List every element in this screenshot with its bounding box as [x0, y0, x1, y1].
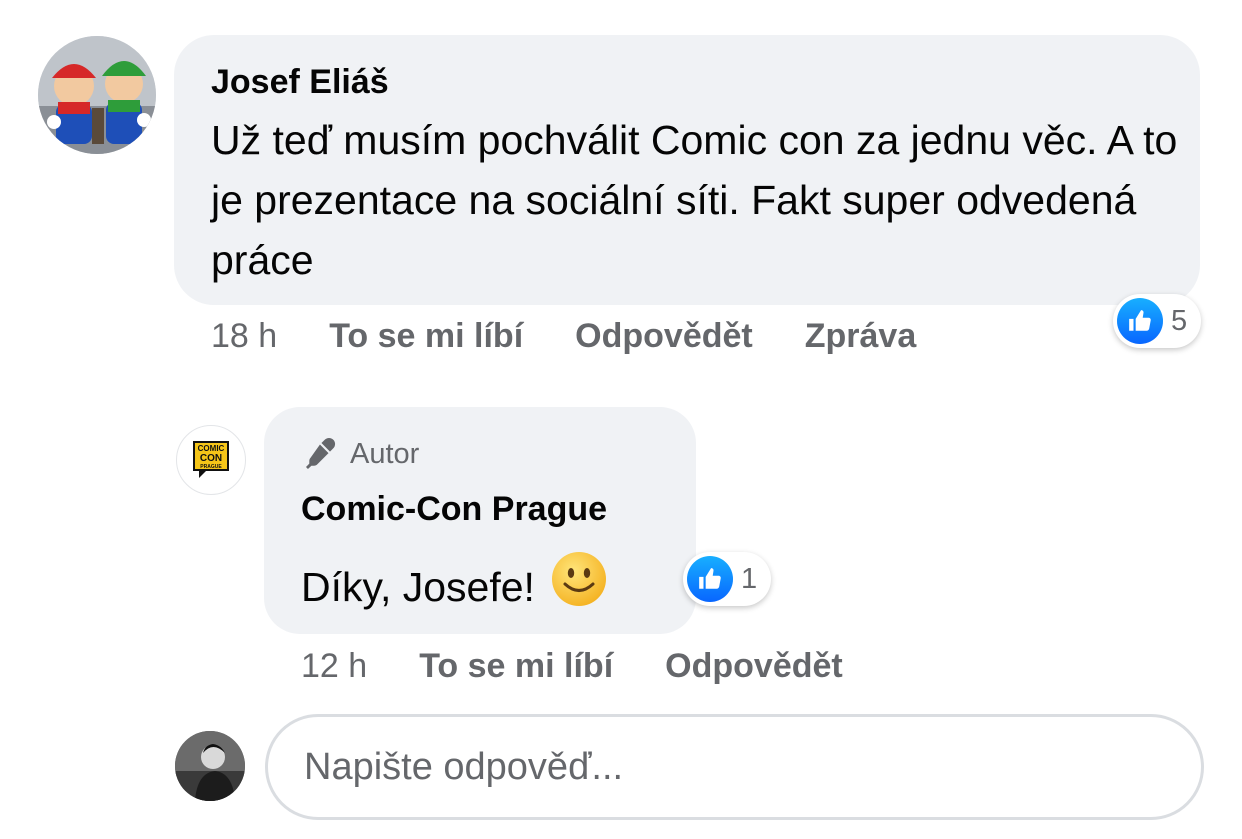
logo-text-comic: COMIC — [198, 444, 225, 453]
reaction-summary[interactable]: 5 — [1113, 294, 1202, 348]
reply-reply-button[interactable]: Odpovědět — [665, 647, 843, 686]
comment-actions: 18 h To se mi líbí Odpovědět Zpráva — [211, 316, 968, 356]
like-button[interactable]: To se mi líbí — [329, 317, 523, 356]
reply-input[interactable] — [302, 744, 1156, 790]
reply-text: Díky, Josefe! — [301, 564, 535, 610]
comment-timestamp[interactable]: 18 h — [211, 317, 277, 356]
reply-like-button[interactable]: To se mi líbí — [419, 647, 613, 686]
avatar-photo-icon — [38, 36, 156, 154]
comment-author[interactable]: Josef Eliáš — [211, 62, 389, 102]
logo-text-con: CON — [200, 453, 222, 464]
avatar-josef[interactable] — [38, 36, 156, 154]
avatar-photo-icon — [175, 731, 245, 801]
thumbs-up-icon — [687, 556, 733, 602]
comic-con-logo-icon: COMIC CON PRAGUE — [193, 441, 229, 478]
thumbs-up-icon — [1117, 298, 1163, 344]
avatar-comic-con-prague[interactable]: COMIC CON PRAGUE — [176, 425, 246, 495]
reply-reaction-summary[interactable]: 1 — [683, 552, 772, 606]
message-button[interactable]: Zpráva — [805, 317, 917, 356]
reply-button[interactable]: Odpovědět — [575, 317, 753, 356]
reaction-count: 5 — [1171, 304, 1188, 337]
reply-actions: 12 h To se mi líbí Odpovědět — [301, 646, 895, 686]
comment-text: Už teď musím pochválit Comic con za jedn… — [211, 117, 1178, 283]
author-badge-label: Autor — [350, 437, 420, 470]
reply-reaction-count: 1 — [741, 562, 758, 595]
reply-author[interactable]: Comic-Con Prague — [301, 489, 607, 529]
avatar-current-user[interactable] — [175, 731, 245, 801]
reply-timestamp[interactable]: 12 h — [301, 647, 367, 686]
author-badge: Autor — [302, 434, 419, 474]
microphone-icon — [306, 437, 336, 469]
smiley-emoji-icon — [551, 551, 607, 623]
reply-text-row: Díky, Josefe! — [301, 551, 607, 623]
reply-composer[interactable] — [265, 714, 1204, 820]
logo-text-prague: PRAGUE — [200, 464, 222, 470]
